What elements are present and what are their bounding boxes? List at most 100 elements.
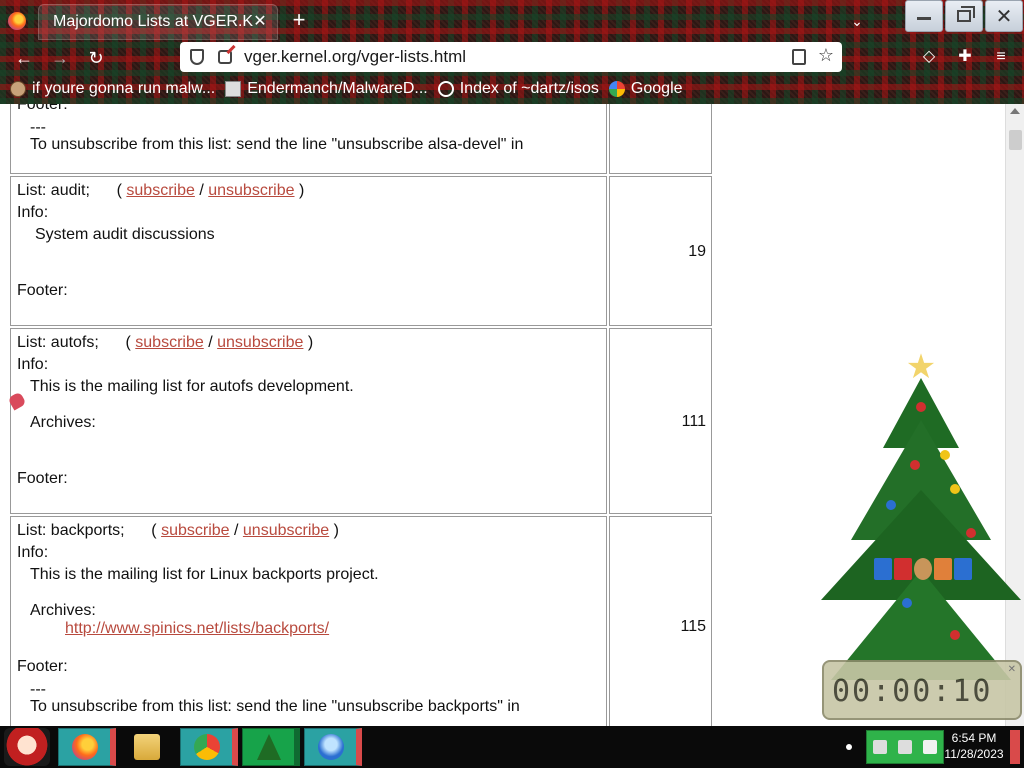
gift-icon bbox=[954, 558, 972, 580]
network-icon[interactable] bbox=[897, 740, 912, 754]
show-desktop-button[interactable] bbox=[1010, 730, 1020, 764]
insecure-lock-icon[interactable] bbox=[218, 50, 232, 64]
minimize-icon bbox=[917, 16, 931, 20]
gift-icon bbox=[934, 558, 952, 580]
ornament bbox=[910, 460, 920, 470]
new-tab-icon[interactable]: + bbox=[288, 9, 310, 31]
list-info-cell bbox=[10, 328, 607, 514]
info-text: This is the mailing list for autofs deve… bbox=[30, 378, 354, 395]
footer-unsubscribe-text: To unsubscribe from this list: send the … bbox=[30, 698, 520, 715]
bookmark-item[interactable]: Index of ~dartz/isos bbox=[437, 80, 599, 98]
paren-close: ) bbox=[298, 182, 305, 199]
url-bar[interactable]: vger.kernel.org/vger-lists.html ☆ bbox=[180, 42, 842, 72]
bookmark-item[interactable]: Endermanch/MalwareD... bbox=[225, 80, 428, 98]
restore-icon bbox=[957, 6, 975, 22]
extensions-icon[interactable]: ✚ bbox=[954, 46, 976, 68]
avatar-icon bbox=[10, 81, 26, 97]
unsubscribe-link[interactable]: unsubscribe bbox=[243, 522, 329, 539]
archives-label: Archives: bbox=[30, 414, 96, 431]
subscriber-count: 115 bbox=[680, 618, 706, 635]
paren-open: ( bbox=[116, 182, 122, 199]
bookmark-star-icon[interactable]: ☆ bbox=[818, 45, 834, 66]
tab-strip: Majordomo Lists at VGER.K ✕ + ⌄ ✕ bbox=[0, 0, 1024, 42]
subscribe-link[interactable]: subscribe bbox=[135, 334, 203, 351]
list-name: List: autofs; bbox=[17, 334, 99, 351]
ornament bbox=[886, 500, 896, 510]
info-label: Info: bbox=[17, 356, 49, 373]
christmas-tree-widget: ★ 00:00:10 ✕ bbox=[790, 350, 1024, 726]
bookmark-item[interactable]: if youre gonna run malw... bbox=[10, 80, 215, 98]
restore-button[interactable] bbox=[945, 0, 983, 32]
ornament bbox=[940, 450, 950, 460]
unsubscribe-link[interactable]: unsubscribe bbox=[217, 334, 303, 351]
taskbar: 6:54 PM 11/28/2023 bbox=[0, 726, 1024, 768]
start-button[interactable] bbox=[4, 728, 50, 766]
taskbar-firefox[interactable] bbox=[58, 728, 116, 766]
slash: / bbox=[199, 182, 204, 199]
close-tab-icon[interactable]: ✕ bbox=[251, 13, 269, 31]
security-alert-icon[interactable] bbox=[872, 740, 887, 754]
info-text: System audit discussions bbox=[35, 226, 215, 243]
page-icon bbox=[225, 81, 242, 97]
clock-date: 11/28/2023 bbox=[944, 747, 1004, 761]
paren-close: ) bbox=[307, 334, 314, 351]
back-arrow-icon[interactable]: ← bbox=[12, 46, 36, 70]
footer-label: Footer: bbox=[17, 282, 68, 299]
system-tray bbox=[866, 730, 944, 764]
paren-open: ( bbox=[125, 334, 131, 351]
pocket-icon[interactable]: ◇ bbox=[918, 46, 940, 68]
footer-label: Footer: bbox=[17, 104, 68, 113]
star-icon: ★ bbox=[905, 348, 937, 386]
firefox-icon[interactable] bbox=[8, 12, 26, 30]
list-header: List: audit; ( subscribe / unsubscribe ) bbox=[17, 182, 304, 200]
bookmarks-bar: if youre gonna run malw... Endermanch/Ma… bbox=[0, 76, 1024, 102]
paren-open: ( bbox=[151, 522, 157, 539]
gift-icon bbox=[894, 558, 912, 580]
archive-link[interactable]: http://www.spinics.net/lists/backports/ bbox=[65, 620, 329, 638]
navigation-toolbar: ← → ↻ vger.kernel.org/vger-lists.html ☆ … bbox=[0, 42, 1024, 74]
close-icon[interactable]: ✕ bbox=[1008, 664, 1016, 675]
taskbar-file-explorer[interactable] bbox=[120, 728, 178, 766]
scroll-up-arrow-icon[interactable] bbox=[1010, 108, 1020, 114]
taskbar-chrome[interactable] bbox=[180, 728, 238, 766]
subscribe-link[interactable]: subscribe bbox=[126, 182, 194, 199]
list-name: List: backports; bbox=[17, 522, 125, 539]
taskbar-thunderbird[interactable] bbox=[304, 728, 362, 766]
browser-chrome: Majordomo Lists at VGER.K ✕ + ⌄ ✕ ← → ↻ … bbox=[0, 0, 1024, 104]
hamburger-menu-icon[interactable]: ≡ bbox=[990, 46, 1012, 68]
subscriber-count: 111 bbox=[681, 413, 706, 430]
tab-title: Majordomo Lists at VGER.K bbox=[53, 13, 253, 30]
subscriber-count: 19 bbox=[688, 243, 706, 260]
scrollbar-thumb[interactable] bbox=[1009, 130, 1022, 150]
desktop-clock-widget[interactable]: 00:00:10 ✕ bbox=[822, 660, 1022, 720]
taskbar-christmas-tree[interactable] bbox=[242, 728, 300, 766]
info-label: Info: bbox=[17, 544, 49, 561]
system-clock[interactable]: 6:54 PM 11/28/2023 bbox=[944, 730, 1004, 762]
shield-icon[interactable] bbox=[190, 49, 204, 65]
minimize-button[interactable] bbox=[905, 0, 943, 32]
footer-label: Footer: bbox=[17, 470, 68, 487]
url-text[interactable]: vger.kernel.org/vger-lists.html bbox=[244, 47, 466, 67]
chevron-down-icon[interactable]: ⌄ bbox=[848, 12, 866, 30]
close-window-button[interactable]: ✕ bbox=[985, 0, 1023, 32]
forward-arrow-icon[interactable]: → bbox=[48, 46, 72, 70]
paren-close: ) bbox=[333, 522, 339, 539]
reload-icon[interactable]: ↻ bbox=[84, 46, 108, 70]
reader-view-icon[interactable] bbox=[792, 49, 806, 65]
footer-unsubscribe-text: To unsubscribe from this list: send the … bbox=[30, 136, 524, 153]
ornament bbox=[950, 484, 960, 494]
ornament bbox=[916, 402, 926, 412]
speaker-icon[interactable] bbox=[923, 740, 938, 754]
subscribe-link[interactable]: subscribe bbox=[161, 522, 229, 539]
footer-label: Footer: bbox=[17, 658, 68, 675]
bookmark-item[interactable]: Google bbox=[608, 80, 683, 98]
clock-digits: 00:00:10 bbox=[832, 674, 993, 709]
thunderbird-icon bbox=[317, 734, 344, 760]
chrome-icon bbox=[193, 734, 220, 760]
tab-active[interactable]: Majordomo Lists at VGER.K ✕ bbox=[38, 4, 278, 40]
list-header: List: backports; ( subscribe / unsubscri… bbox=[17, 522, 339, 540]
list-header: List: autofs; ( subscribe / unsubscribe … bbox=[17, 334, 313, 352]
slash: / bbox=[208, 334, 213, 351]
ornament bbox=[966, 528, 976, 538]
unsubscribe-link[interactable]: unsubscribe bbox=[208, 182, 294, 199]
